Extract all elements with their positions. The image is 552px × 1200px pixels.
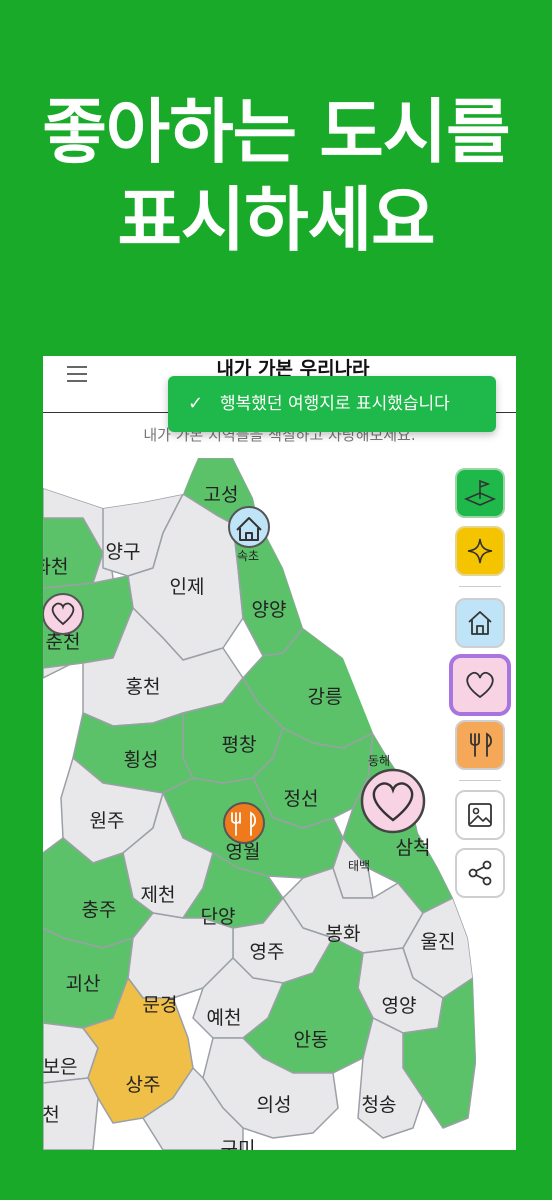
label-taebaek: 태백 [348, 859, 370, 873]
check-icon: ✓ [188, 393, 204, 414]
label-yeongyang: 영양 [382, 995, 417, 1017]
label-andong: 안동 [294, 1029, 329, 1051]
label-chungju: 충주 [82, 899, 117, 921]
share-icon [468, 860, 492, 886]
share-button[interactable] [455, 848, 505, 898]
label-sokcho: 속초 [237, 549, 259, 563]
label-samcheok: 삼척 [396, 837, 431, 859]
label-wonju: 원주 [90, 810, 125, 832]
app-screen: 고성 양구 화천 인제 양양 춘천 홍천 강릉 평창 횡성 정선 원주 영월 삼… [43, 356, 516, 1150]
label-yeongju: 영주 [250, 941, 285, 963]
sidebar-divider [459, 780, 501, 781]
label-yangyang: 양양 [252, 599, 287, 621]
label-yecheon: 예천 [207, 1007, 242, 1029]
label-goseong: 고성 [204, 484, 239, 506]
fork-knife-icon [470, 732, 493, 757]
house-icon [468, 611, 492, 635]
heart-icon [466, 671, 494, 699]
marker-chuncheon-heart[interactable] [43, 593, 84, 635]
home-button[interactable] [455, 598, 505, 648]
label-gumi: 구미 [221, 1138, 256, 1150]
label-hoengseong: 횡성 [124, 749, 159, 771]
label-jeongseon: 정선 [284, 788, 319, 810]
label-jecheon: 제천 [141, 884, 176, 906]
label-yeongwol: 영월 [226, 841, 261, 863]
label-yanggu: 양구 [106, 541, 141, 563]
menu-icon[interactable] [67, 366, 87, 382]
map-tool-sidebar [445, 458, 513, 1018]
headline-line-1: 좋아하는 도시를 [42, 91, 510, 173]
label-mungyeong: 문경 [143, 994, 178, 1016]
label-hongcheon: 홍천 [126, 676, 161, 698]
food-button[interactable] [455, 720, 505, 770]
image-button[interactable] [455, 790, 505, 840]
label-goesan: 괴산 [66, 973, 101, 995]
label-hwacheon: 화천 [43, 556, 68, 578]
label-bonghwa: 봉화 [326, 923, 361, 945]
sparkle-button[interactable] [455, 526, 505, 576]
label-okcheon: 천 [43, 1104, 60, 1126]
marker-samcheok-heart[interactable] [360, 768, 426, 834]
toast-message: 행복했던 여행지로 표시했습니다 [220, 394, 450, 414]
image-icon [468, 803, 492, 827]
sparkle-icon [467, 538, 493, 564]
label-danyang: 단양 [201, 906, 236, 928]
toast-notification: ✓ 행복했던 여행지로 표시했습니다 [168, 376, 496, 432]
marker-yeongwol-food[interactable] [223, 802, 265, 844]
sidebar-divider [459, 586, 501, 587]
heart-button[interactable] [449, 654, 511, 716]
label-sangju: 상주 [126, 1074, 161, 1096]
headline-line-2: 표시하세요 [117, 179, 436, 261]
label-gangneung: 강릉 [308, 686, 343, 708]
label-cheongsong: 청송 [362, 1094, 397, 1116]
visited-flag-button[interactable] [455, 468, 505, 518]
label-uiseong: 의성 [257, 1094, 292, 1116]
label-donghae: 동해 [368, 754, 390, 768]
marker-sokcho-home[interactable] [228, 506, 270, 548]
label-pyeongchang: 평창 [222, 734, 257, 756]
label-boeun: 보은 [43, 1056, 77, 1078]
label-inje: 인제 [170, 576, 205, 598]
flag-map-icon [463, 479, 497, 506]
